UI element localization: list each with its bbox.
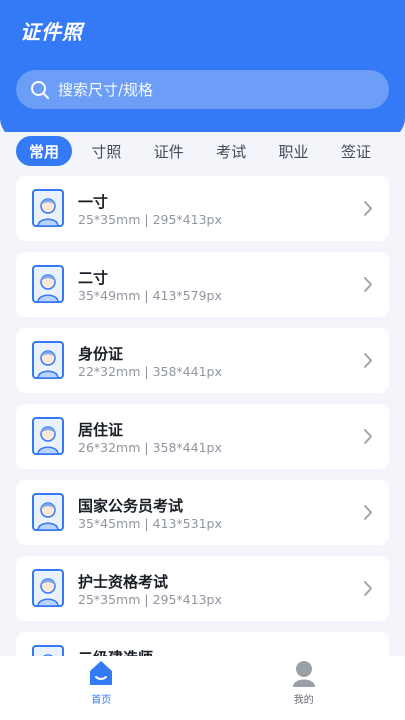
list-item[interactable]: 护士资格考试 25*35mm | 295*413px	[16, 556, 389, 621]
tab-id-documents[interactable]: 证件	[141, 136, 197, 166]
list-item[interactable]: 居住证 26*32mm | 358*441px	[16, 404, 389, 469]
portrait-icon	[32, 341, 64, 379]
nav-home[interactable]: 首页	[0, 656, 203, 720]
portrait-icon	[32, 189, 64, 227]
item-spec: 35*45mm | 413*531px	[78, 516, 222, 531]
category-tabs: 常用 寸照 证件 考试 职业 签证	[0, 132, 405, 170]
portrait-icon	[32, 493, 64, 531]
list-item[interactable]: 二寸 35*49mm | 413*579px	[16, 252, 389, 317]
chevron-right-icon	[364, 429, 372, 444]
item-title: 护士资格考试	[78, 573, 169, 591]
profile-icon	[292, 661, 315, 687]
nav-home-label: 首页	[91, 695, 112, 706]
portrait-icon	[32, 265, 64, 303]
portrait-icon	[32, 569, 64, 607]
search-icon	[31, 80, 49, 99]
chevron-right-icon	[364, 277, 372, 292]
item-spec: 25*35mm | 295*413px	[78, 212, 222, 227]
chevron-right-icon	[364, 201, 372, 216]
tab-inch-photo[interactable]: 寸照	[78, 136, 134, 166]
item-spec: 25*35mm | 295*413px	[78, 592, 222, 607]
tab-exam[interactable]: 考试	[203, 136, 259, 166]
item-title: 国家公务员考试	[78, 497, 184, 515]
chevron-right-icon	[364, 581, 372, 596]
item-title: 二寸	[78, 269, 109, 287]
nav-profile[interactable]: 我的	[203, 656, 405, 720]
tab-profession[interactable]: 职业	[266, 136, 322, 166]
list-item[interactable]: 一寸 25*35mm | 295*413px	[16, 176, 389, 241]
bottom-nav: 首页 我的	[0, 656, 405, 720]
tab-visa[interactable]: 签证	[328, 136, 384, 166]
item-title: 一寸	[78, 193, 109, 211]
item-spec: 35*49mm | 413*579px	[78, 288, 222, 303]
item-spec: 26*32mm | 358*441px	[78, 440, 222, 455]
chevron-right-icon	[364, 505, 372, 520]
home-icon	[90, 661, 113, 685]
header: 证件照 搜索尺寸/规格	[0, 0, 405, 140]
search-input[interactable]: 搜索尺寸/规格	[16, 70, 389, 109]
list-item[interactable]: 国家公务员考试 35*45mm | 413*531px	[16, 480, 389, 545]
item-title: 身份证	[78, 345, 124, 363]
list-item[interactable]: 身份证 22*32mm | 358*441px	[16, 328, 389, 393]
portrait-icon	[32, 417, 64, 455]
nav-profile-label: 我的	[293, 695, 314, 706]
item-spec: 22*32mm | 358*441px	[78, 364, 222, 379]
item-title: 居住证	[78, 421, 124, 439]
page-title: 证件照	[20, 20, 83, 44]
chevron-right-icon	[364, 353, 372, 368]
tab-common[interactable]: 常用	[16, 136, 72, 166]
search-placeholder: 搜索尺寸/规格	[58, 81, 154, 99]
